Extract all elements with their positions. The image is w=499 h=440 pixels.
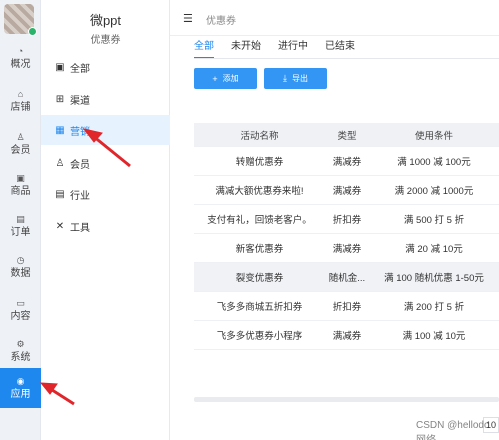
chart-icon: ◷ bbox=[16, 254, 25, 265]
rail-item-label: 内容 bbox=[10, 310, 31, 322]
cell-name: 新客优惠券 bbox=[235, 244, 284, 255]
export-button[interactable]: ⤓ 导出 bbox=[264, 68, 327, 89]
channel-icon: ⊞ bbox=[55, 93, 65, 105]
rail-item-member[interactable]: ♙ 会员 bbox=[0, 124, 41, 164]
watermark: CSDN @hellodo网络 bbox=[416, 420, 490, 440]
top-bar: ☰ 优惠券 bbox=[170, 0, 499, 36]
table-row[interactable]: 转赠优惠券 满减券 满 1000 减 100元 bbox=[194, 147, 499, 176]
menu-item-label: 会员 bbox=[70, 159, 90, 171]
primary-rail: ◔ 概况 ⌂ 店铺 ♙ 会员 ▣ 商品 ▤ 订单 ◷ 数据 ▭ 内容 ⚙ 系统 … bbox=[0, 0, 41, 440]
rail-item-label: 系统 bbox=[10, 351, 31, 363]
column-header-condition[interactable]: 使用条件 bbox=[369, 128, 499, 142]
cell-type: 折扣券 bbox=[332, 302, 362, 313]
menu-item-all[interactable]: ▣ 全部 bbox=[41, 52, 170, 82]
download-icon: ⤓ bbox=[283, 73, 287, 83]
cell-condition: 满 1000 减 100元 bbox=[397, 157, 471, 168]
cell-condition: 满 20 减 10元 bbox=[405, 244, 463, 255]
plus-icon: + bbox=[212, 73, 218, 84]
brand-subtitle: 优惠券 bbox=[90, 35, 121, 46]
cell-type: 满减券 bbox=[332, 244, 362, 255]
rail-item-apps[interactable]: ◉ 应用 bbox=[0, 368, 41, 408]
tool-icon: ✕ bbox=[55, 220, 65, 232]
table-row[interactable]: 裂变优惠券 随机金... 满 100 随机优惠 1-50元 bbox=[194, 263, 499, 292]
dashboard-icon: ◔ bbox=[17, 45, 24, 56]
rail-item-goods[interactable]: ▣ 商品 bbox=[0, 165, 41, 205]
tabs-divider bbox=[194, 58, 499, 59]
table-row[interactable]: 飞多多优惠券小程序 满减券 满 100 减 10元 bbox=[194, 321, 499, 350]
rail-item-label: 商品 bbox=[10, 185, 31, 197]
rail-item-label: 订单 bbox=[10, 226, 31, 238]
cell-name: 飞多多优惠券小程序 bbox=[216, 331, 303, 342]
box-icon: ▣ bbox=[55, 61, 65, 73]
cell-type: 随机金... bbox=[328, 273, 366, 284]
table-row[interactable]: 支付有礼，回馈老客户。 折扣券 满 500 打 5 折 bbox=[194, 205, 499, 234]
export-button-label: 导出 bbox=[291, 74, 308, 83]
rail-item-label: 店铺 bbox=[10, 101, 31, 113]
breadcrumb: 优惠券 bbox=[206, 16, 236, 27]
rail-item-label: 会员 bbox=[10, 144, 31, 156]
menu-toggle-icon[interactable]: ☰ bbox=[183, 12, 193, 25]
menu-item-label: 全部 bbox=[70, 63, 90, 75]
cell-condition: 满 100 随机优惠 1-50元 bbox=[384, 273, 484, 284]
order-icon: ▤ bbox=[16, 213, 25, 224]
cell-type: 满减券 bbox=[332, 186, 362, 197]
horizontal-scrollbar[interactable] bbox=[194, 397, 499, 402]
rail-item-overview[interactable]: ◔ 概况 bbox=[0, 38, 41, 78]
cell-type: 满减券 bbox=[332, 331, 362, 342]
cell-condition: 满 100 减 10元 bbox=[402, 331, 466, 342]
rail-item-data[interactable]: ◷ 数据 bbox=[0, 247, 41, 287]
cell-name: 满减大额优惠券来啦! bbox=[215, 186, 304, 197]
table-row[interactable]: 满减大额优惠券来啦! 满减券 满 2000 减 1000元 bbox=[194, 176, 499, 205]
rail-item-system[interactable]: ⚙ 系统 bbox=[0, 331, 41, 371]
industry-icon: ▤ bbox=[55, 188, 65, 200]
gear-icon: ⚙ bbox=[16, 338, 25, 349]
online-status-dot bbox=[28, 27, 37, 36]
rail-item-label: 应用 bbox=[10, 388, 31, 400]
user-icon: ♙ bbox=[55, 157, 65, 169]
menu-item-label: 渠道 bbox=[70, 95, 90, 107]
menu-item-member[interactable]: ♙ 会员 bbox=[41, 148, 170, 178]
brand-title: 微ppt bbox=[89, 13, 122, 28]
rail-item-store[interactable]: ⌂ 店铺 bbox=[0, 81, 41, 121]
menu-item-label: 行业 bbox=[70, 190, 90, 202]
folder-icon: ▭ bbox=[16, 297, 25, 308]
add-button[interactable]: + 添加 bbox=[194, 68, 257, 89]
rail-item-label: 概况 bbox=[10, 58, 31, 70]
menu-item-label: 营销 bbox=[70, 126, 90, 138]
cell-name: 飞多多商城五折扣券 bbox=[216, 302, 303, 313]
menu-item-marketing[interactable]: ▦ 营销 bbox=[41, 115, 170, 145]
main-content: 全部 未开始 进行中 已结束 + 添加 ⤓ 导出 活动名称 类型 使用条件 转赠… bbox=[170, 36, 499, 440]
store-icon: ⌂ bbox=[17, 88, 24, 99]
coupon-table: 活动名称 类型 使用条件 转赠优惠券 满减券 满 1000 减 100元 满减大… bbox=[194, 123, 499, 350]
column-header-name[interactable]: 活动名称 bbox=[194, 128, 325, 142]
column-header-type[interactable]: 类型 bbox=[325, 128, 369, 142]
menu-item-channel[interactable]: ⊞ 渠道 bbox=[41, 84, 170, 114]
user-icon: ♙ bbox=[16, 131, 25, 142]
menu-item-tools[interactable]: ✕ 工具 bbox=[41, 211, 170, 241]
cell-condition: 满 200 打 5 折 bbox=[403, 302, 465, 313]
cell-name: 支付有礼，回馈老客户。 bbox=[207, 215, 312, 226]
menu-item-industry[interactable]: ▤ 行业 bbox=[41, 179, 170, 209]
cell-name: 裂变优惠券 bbox=[235, 273, 284, 284]
marketing-icon: ▦ bbox=[55, 124, 65, 136]
cell-condition: 满 500 打 5 折 bbox=[403, 215, 465, 226]
cell-type: 折扣券 bbox=[332, 215, 362, 226]
cell-condition: 满 2000 减 1000元 bbox=[394, 186, 474, 197]
cell-name: 转赠优惠券 bbox=[235, 157, 284, 168]
table-row[interactable]: 飞多多商城五折扣券 折扣券 满 200 打 5 折 bbox=[194, 292, 499, 321]
add-button-label: 添加 bbox=[222, 74, 239, 83]
table-row[interactable]: 新客优惠券 满减券 满 20 减 10元 bbox=[194, 234, 499, 263]
rail-item-content[interactable]: ▭ 内容 bbox=[0, 290, 41, 330]
secondary-sidebar: 微ppt 优惠券 ▣ 全部 ⊞ 渠道 ▦ 营销 ♙ 会员 ▤ 行业 ✕ 工具 bbox=[41, 0, 170, 440]
box-icon: ▣ bbox=[16, 172, 25, 183]
app-icon: ◉ bbox=[16, 375, 25, 386]
rail-item-label: 数据 bbox=[10, 267, 31, 279]
menu-item-label: 工具 bbox=[70, 222, 90, 234]
table-header: 活动名称 类型 使用条件 bbox=[194, 123, 499, 147]
rail-item-orders[interactable]: ▤ 订单 bbox=[0, 206, 41, 246]
cell-type: 满减券 bbox=[332, 157, 362, 168]
